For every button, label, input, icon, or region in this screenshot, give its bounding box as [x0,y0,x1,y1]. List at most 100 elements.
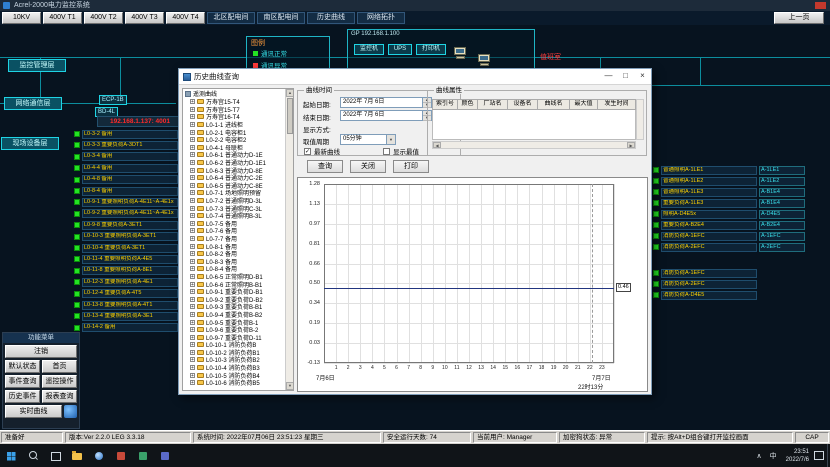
history-curve-chart[interactable]: 1.281.130.970.810.660.500.340.190.03-0.1… [297,177,648,392]
tree-item[interactable]: +L0-8-3 备用 [183,257,293,265]
notification-center-icon[interactable] [814,451,824,460]
expander-icon[interactable]: + [190,274,195,279]
realtime-curve-button[interactable]: 实时曲线 [5,405,62,418]
expander-icon[interactable]: + [190,107,195,112]
menu-button-报表查询[interactable]: 报表查询 [42,390,77,403]
tray-expand-icon[interactable]: ∧ [753,452,766,460]
tree-item[interactable]: +L0-8-2 备用 [183,250,293,258]
expander-icon[interactable]: + [190,152,195,157]
end-date-input[interactable]: 2022年 7月 6日 ▲▼ [340,110,432,121]
expander-icon[interactable]: + [190,130,195,135]
expander-icon[interactable]: + [190,122,195,127]
expander-icon[interactable]: + [190,342,195,347]
expander-icon[interactable]: + [190,160,195,165]
tab-10KV[interactable]: 10KV [2,12,41,24]
close-button[interactable]: × [634,69,651,84]
expander-icon[interactable]: + [190,304,195,309]
column-header-最大值[interactable]: 最大值 [570,99,598,110]
expander-icon[interactable]: + [190,137,195,142]
expander-icon[interactable]: + [190,320,195,325]
start-icon[interactable] [0,444,22,467]
expander-icon[interactable]: + [190,183,195,188]
expander-icon[interactable]: + [190,365,195,370]
expander-icon[interactable]: + [190,335,195,340]
expander-icon[interactable]: + [190,297,195,302]
app1-icon[interactable] [110,444,132,467]
scroll-right-icon[interactable]: ▶ [627,142,635,148]
checkbox-icon[interactable] [383,148,390,155]
start-date-input[interactable]: 2022年 7月 6日 ▲▼ [340,97,432,108]
tree-item[interactable]: +L0-10-6 消防负荷B5 [183,379,293,387]
column-header-发生时间[interactable]: 发生时间 [598,99,636,110]
expander-icon[interactable]: + [190,198,195,203]
expander-icon[interactable]: + [190,206,195,211]
expander-icon[interactable]: + [190,213,195,218]
tab-南区配电间[interactable]: 南区配电间 [257,12,305,24]
column-header-颜色[interactable]: 颜色 [458,99,478,110]
maximize-button[interactable]: □ [617,69,634,84]
minimize-button[interactable]: — [600,69,617,84]
language-indicator[interactable]: 中 [766,451,781,461]
chevron-down-icon[interactable]: ▼ [386,135,395,144]
column-header-设备名[interactable]: 设备名 [508,99,538,110]
expander-icon[interactable]: + [190,380,195,385]
attr-horizontal-scrollbar[interactable]: ◀ ▶ [432,141,636,149]
expander-icon[interactable]: + [190,357,195,362]
expander-icon[interactable]: + [190,99,195,104]
column-header-曲线名[interactable]: 曲线名 [538,99,570,110]
expander-icon[interactable]: + [190,282,195,287]
tree-item[interactable]: +L0-8-1 备用 [183,242,293,250]
expander-icon[interactable]: + [190,168,195,173]
period-select[interactable]: 05分钟 ▼ [340,134,396,145]
browser-icon[interactable] [88,444,110,467]
file-explorer-icon[interactable] [66,444,88,467]
dialog-title-bar[interactable]: 历史曲线查询 — □ × [179,69,651,85]
expander-icon[interactable]: + [190,145,195,150]
print-button[interactable]: 打印 [393,160,429,173]
scroll-down-icon[interactable]: ▼ [286,382,294,390]
checkbox-checked-icon[interactable]: ✓ [304,148,311,155]
expander-icon[interactable]: + [190,175,195,180]
scrollbar-thumb[interactable] [287,98,293,134]
expander-icon[interactable]: + [190,259,195,264]
expander-icon[interactable]: + [190,327,195,332]
menu-button-遥控操作[interactable]: 遥控操作 [42,375,77,388]
menu-button-默认状态[interactable]: 默认状态 [5,360,40,373]
tab-北区配电间[interactable]: 北区配电间 [207,12,255,24]
tab-400V T1[interactable]: 400V T1 [43,12,82,24]
expander-icon[interactable]: + [190,190,195,195]
tree-item[interactable]: +L0-7-7 备用 [183,235,293,243]
tab-网络拓扑[interactable]: 网络拓扑 [357,12,405,24]
menu-button-首页[interactable]: 首页 [42,360,77,373]
column-header-索引号[interactable]: 索引号 [432,99,458,110]
expander-icon[interactable]: + [190,312,195,317]
show-max-checkbox[interactable]: 显示最值 [383,146,419,156]
expander-icon[interactable]: + [190,221,195,226]
column-header-厂站名[interactable]: 厂站名 [478,99,508,110]
expander-icon[interactable]: + [190,114,195,119]
menu-button-事件查询[interactable]: 事件查询 [5,375,40,388]
scroll-left-icon[interactable]: ◀ [433,142,441,148]
curve-tree[interactable]: 遥测曲线 +万寿宫15-T4+万寿宫15-T7+万寿宫16-T4+L0-1-1 … [182,88,294,391]
expander-icon[interactable]: + [190,350,195,355]
back-button[interactable]: 上一页 [774,12,824,24]
attr-table-body[interactable] [432,110,636,140]
expander-icon[interactable]: + [190,228,195,233]
tab-400V T4[interactable]: 400V T4 [166,12,205,24]
attr-vertical-scrollbar[interactable] [636,99,644,140]
search-icon[interactable] [22,444,44,467]
expander-icon[interactable]: + [190,373,195,378]
tab-400V T3[interactable]: 400V T3 [125,12,164,24]
latest-curve-checkbox[interactable]: ✓ 最新曲线 [304,146,340,156]
expander-icon[interactable]: + [190,251,195,256]
tab-400V T2[interactable]: 400V T2 [84,12,123,24]
tree-item[interactable]: +L0-7-6 备用 [183,227,293,235]
expander-icon[interactable]: + [190,289,195,294]
expander-icon[interactable]: + [190,244,195,249]
tree-item[interactable]: +L0-7-4 普通照明B-3L [183,212,293,220]
query-button[interactable]: 查询 [307,160,343,173]
scroll-up-icon[interactable]: ▲ [286,89,294,97]
close-action-button[interactable]: 关闭 [350,160,386,173]
expander-icon[interactable]: + [190,266,195,271]
app3-icon[interactable] [154,444,176,467]
